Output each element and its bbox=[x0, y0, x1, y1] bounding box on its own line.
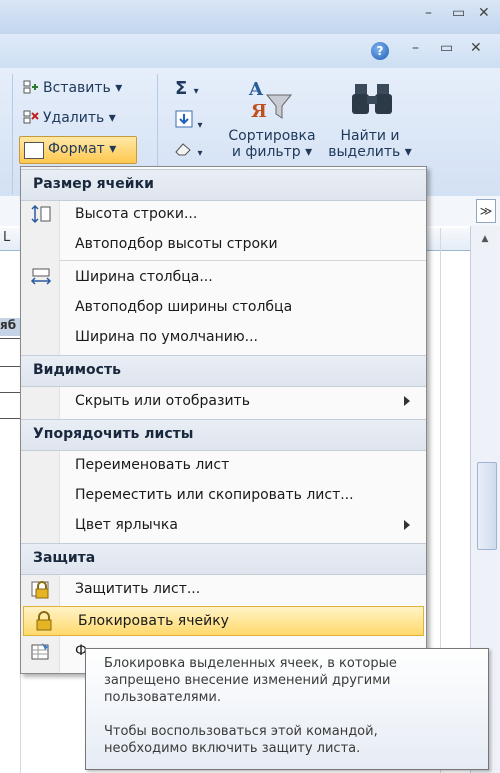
autofit-row-label: Автоподбор высоты строки bbox=[75, 236, 278, 252]
gridline bbox=[0, 338, 20, 339]
delete-cells-icon bbox=[23, 110, 39, 124]
ribbon-header bbox=[0, 34, 500, 69]
menu-item-default-width[interactable]: Ширина по умолчанию... bbox=[21, 323, 426, 353]
hide-unhide-label: Скрыть или отобразить bbox=[75, 393, 250, 409]
submenu-arrow-icon bbox=[404, 396, 410, 406]
workbook-close-button[interactable]: ✕ bbox=[470, 40, 482, 56]
binoculars-icon bbox=[350, 80, 394, 122]
insert-cells-icon bbox=[23, 80, 39, 94]
sort-filter-button[interactable]: Сортировка и фильтр ▾ bbox=[222, 128, 322, 160]
section-visibility: Видимость bbox=[21, 355, 426, 387]
row-height-label: Высота строки... bbox=[75, 206, 198, 222]
gridline bbox=[0, 418, 20, 419]
partial-cell[interactable]: яб bbox=[0, 318, 20, 336]
tooltip-line-3: пользователями. bbox=[104, 690, 222, 705]
svg-text:A: A bbox=[248, 79, 264, 100]
section-protection-label: Защита bbox=[33, 550, 96, 566]
move-copy-sheet-label: Переместить или скопировать лист... bbox=[75, 487, 354, 503]
workbook-restore-button[interactable]: ▭ bbox=[440, 40, 453, 56]
fill-button[interactable]: ▾ bbox=[175, 110, 202, 132]
tooltip-line-4: Чтобы воспользоваться этой командой, bbox=[104, 724, 378, 739]
format-label: Формат bbox=[48, 141, 105, 157]
section-organize-sheets-label: Упорядочить листы bbox=[33, 426, 194, 442]
sort-filter-icon: A Я bbox=[245, 75, 295, 127]
column-header-l[interactable]: L bbox=[3, 230, 10, 245]
format-button[interactable]: Формат ▾ bbox=[19, 136, 137, 164]
protect-sheet-label: Защитить лист... bbox=[75, 581, 201, 597]
find-select-button[interactable]: Найти и выделить ▾ bbox=[325, 128, 415, 160]
lock-cell-label: Блокировать ячейку bbox=[78, 613, 229, 629]
menu-item-rename-sheet[interactable]: Переименовать лист bbox=[21, 451, 426, 481]
clear-button[interactable]: ▾ bbox=[173, 140, 202, 160]
format-cells-icon bbox=[30, 641, 52, 661]
expand-formula-bar-button[interactable]: ≫ bbox=[476, 199, 496, 223]
format-dropdown-menu: Размер ячейки Высота строки... Автоподбо… bbox=[20, 166, 427, 674]
row-height-icon bbox=[30, 204, 52, 224]
tooltip-line-5: необходимо включить защиту листа. bbox=[104, 741, 361, 756]
sum-icon: Σ bbox=[175, 78, 188, 99]
help-icon[interactable]: ? bbox=[371, 42, 389, 60]
find-select-label-1: Найти и bbox=[340, 128, 400, 144]
menu-item-autofit-row-height[interactable]: Автоподбор высоты строки bbox=[21, 230, 426, 260]
workbook-minimize-button[interactable]: – bbox=[412, 40, 419, 56]
fill-down-icon bbox=[175, 110, 197, 132]
menu-item-hide-unhide[interactable]: Скрыть или отобразить bbox=[21, 387, 426, 417]
find-select-label-2: выделить bbox=[328, 144, 401, 160]
svg-text:Я: Я bbox=[251, 101, 267, 122]
column-width-icon bbox=[30, 267, 52, 287]
menu-item-move-copy-sheet[interactable]: Переместить или скопировать лист... bbox=[21, 481, 426, 511]
insert-label: Вставить bbox=[43, 80, 111, 96]
maximize-button[interactable]: ▭ bbox=[452, 5, 465, 21]
insert-button[interactable]: Вставить ▾ bbox=[23, 80, 122, 96]
menu-item-autofit-column-width[interactable]: Автоподбор ширины столбца bbox=[21, 293, 426, 323]
menu-item-column-width[interactable]: Ширина столбца... bbox=[21, 263, 426, 293]
section-protection: Защита bbox=[21, 543, 426, 575]
default-width-label: Ширина по умолчанию... bbox=[75, 329, 259, 345]
menu-item-lock-cell[interactable]: Блокировать ячейку bbox=[23, 606, 424, 636]
tooltip-line-1: Блокировка выделенных ячеек, в которые bbox=[104, 656, 397, 671]
scroll-up-icon[interactable]: ▲ bbox=[477, 234, 493, 248]
menu-separator bbox=[59, 260, 426, 261]
submenu-arrow-icon bbox=[404, 520, 410, 530]
tab-color-label: Цвет ярлычка bbox=[75, 517, 178, 533]
title-bar: – ▭ ✕ bbox=[0, 0, 500, 34]
tooltip-line-2: запрещено внесение изменений другими bbox=[104, 673, 391, 688]
column-width-label: Ширина столбца... bbox=[75, 269, 213, 285]
protect-sheet-icon bbox=[30, 579, 52, 599]
menu-item-protect-sheet[interactable]: Защитить лист... bbox=[21, 575, 426, 605]
section-cell-size: Размер ячейки bbox=[21, 169, 426, 201]
format-icon bbox=[24, 142, 44, 159]
delete-button[interactable]: Удалить ▾ bbox=[23, 110, 116, 126]
section-organize-sheets: Упорядочить листы bbox=[21, 419, 426, 451]
sort-filter-label-2: и фильтр bbox=[231, 144, 301, 160]
section-visibility-label: Видимость bbox=[33, 362, 121, 378]
autofit-column-label: Автоподбор ширины столбца bbox=[75, 299, 293, 315]
eraser-icon bbox=[173, 143, 197, 160]
menu-item-tab-color[interactable]: Цвет ярлычка bbox=[21, 511, 426, 541]
sort-filter-label-1: Сортировка bbox=[228, 128, 316, 144]
minimize-button[interactable]: – bbox=[425, 5, 432, 21]
lock-icon bbox=[33, 611, 55, 631]
group-separator bbox=[12, 74, 13, 194]
lock-cell-tooltip: Блокировка выделенных ячеек, в которые з… bbox=[85, 648, 489, 770]
rename-sheet-label: Переименовать лист bbox=[75, 457, 230, 473]
gridline bbox=[0, 392, 20, 393]
scroll-thumb[interactable] bbox=[477, 462, 497, 550]
delete-label: Удалить bbox=[43, 110, 105, 126]
section-cell-size-label: Размер ячейки bbox=[33, 176, 154, 192]
autosum-button[interactable]: Σ ▾ bbox=[175, 78, 199, 99]
menu-item-row-height[interactable]: Высота строки... bbox=[21, 200, 426, 230]
close-button[interactable]: ✕ bbox=[478, 5, 490, 21]
gridline bbox=[0, 366, 20, 367]
